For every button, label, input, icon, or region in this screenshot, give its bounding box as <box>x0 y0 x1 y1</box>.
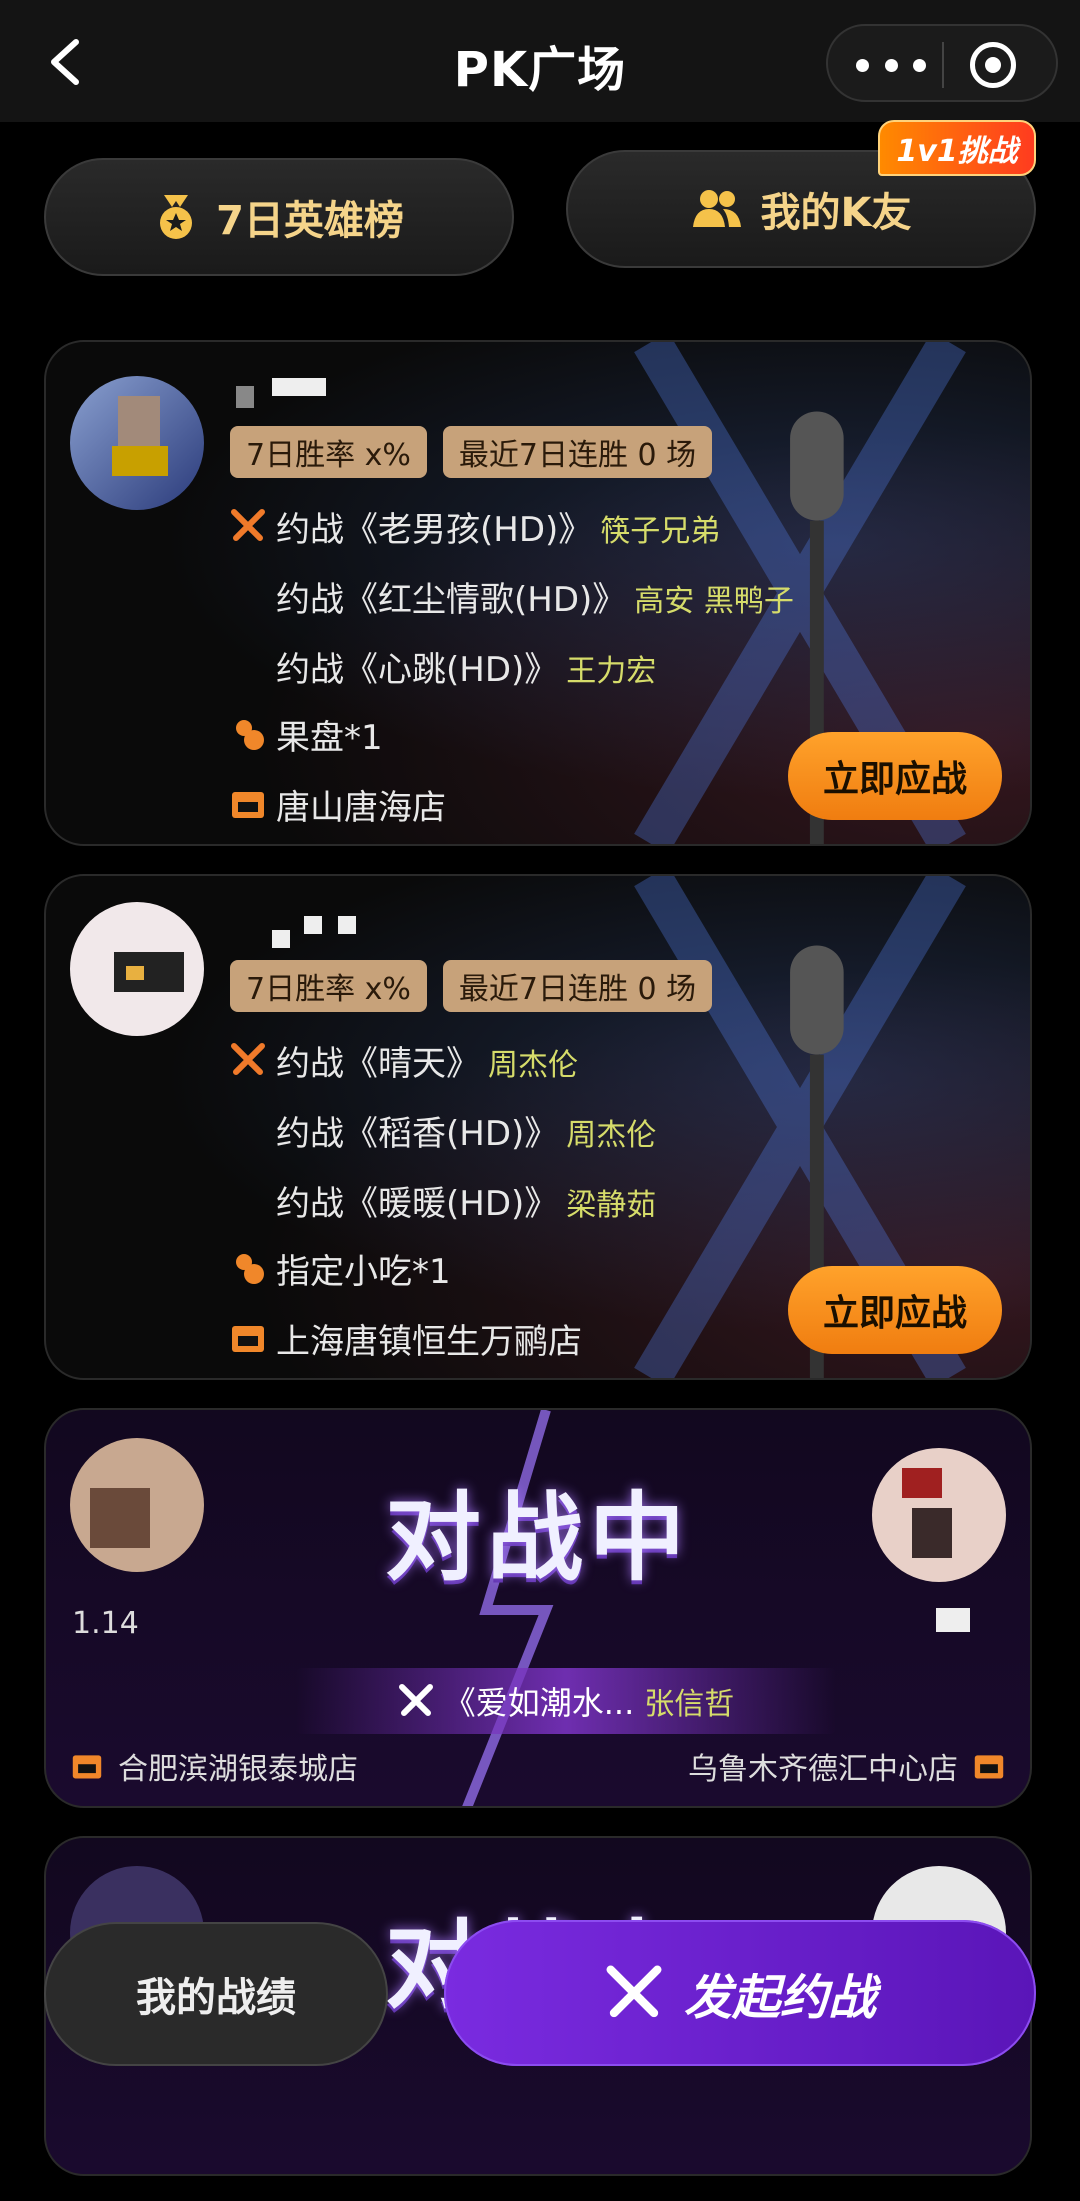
accept-challenge-button[interactable]: 立即应战 <box>788 1266 1002 1354</box>
reward-text: 指定小吃*1 <box>276 1252 451 1292</box>
avatar[interactable] <box>70 376 204 510</box>
store-icon <box>974 1755 1004 1779</box>
win-rate-tag: 7日胜率 x% <box>230 426 427 478</box>
nav-bar: PK广场 <box>0 0 1080 122</box>
user-name <box>272 378 326 396</box>
launch-battle-label: 发起约战 <box>683 1970 876 2026</box>
challenge-song: 约战《心跳(HD)》 王力宏 <box>276 650 657 690</box>
more-icon[interactable] <box>856 50 926 80</box>
left-store: 合肥滨湖银泰城店 <box>70 1744 358 1788</box>
my-record-button[interactable]: 我的战绩 <box>44 1922 388 2066</box>
challenge-badge: 1v1挑战 <box>878 120 1036 176</box>
mini-program-capsule <box>826 24 1058 102</box>
my-friends-label: 我的K友 <box>760 190 912 236</box>
swords-icon <box>606 1965 662 2018</box>
user-name <box>236 386 254 408</box>
store-icon <box>72 1755 102 1779</box>
challenge-card: 7日胜率 x% 最近7日连胜 0 场 约战《老男孩(HD)》 筷子兄弟 约战《红尘… <box>44 340 1032 846</box>
battle-card[interactable]: 1.14 对战中 《爱如潮水... 张信哲 合肥滨湖银泰城店 乌鲁木齐德汇中心店 <box>44 1408 1032 1808</box>
right-player-name <box>936 1608 970 1632</box>
launch-battle-button[interactable]: 发起约战 <box>444 1920 1036 2066</box>
medal-icon <box>160 195 193 239</box>
win-rate-tag: 7日胜率 x% <box>230 960 427 1012</box>
reward-text: 果盘*1 <box>276 718 383 758</box>
store-name: 上海唐镇恒生万鹂店 <box>276 1322 582 1362</box>
accept-challenge-button[interactable]: 立即应战 <box>788 732 1002 820</box>
hero-board-label: 7日英雄榜 <box>216 198 404 244</box>
streak-tag: 最近7日连胜 0 场 <box>442 960 713 1012</box>
challenge-card: 7日胜率 x% 最近7日连胜 0 场 约战《晴天》 周杰伦 约战《稻香(HD)》周… <box>44 874 1032 1380</box>
swords-icon <box>231 509 265 541</box>
battle-song-title: 《爱如潮水... <box>443 1684 635 1722</box>
user-name <box>272 930 290 948</box>
battle-song: 《爱如潮水... 张信哲 <box>296 1668 836 1734</box>
store-name: 唐山唐海店 <box>276 788 446 828</box>
user-name <box>338 916 356 934</box>
avatar[interactable] <box>70 902 204 1036</box>
hero-board-button[interactable]: 7日英雄榜 <box>44 158 514 276</box>
store-icon <box>232 792 264 818</box>
battle-status-title: 对战中 <box>385 1482 691 1594</box>
close-target-icon[interactable] <box>970 42 1016 88</box>
store-icon <box>232 1326 264 1352</box>
left-player-name: 1.14 <box>72 1606 139 1641</box>
challenge-song: 约战《暖暖(HD)》 梁静茹 <box>276 1184 657 1224</box>
challenge-song: 约战《晴天》 周杰伦 <box>276 1044 578 1084</box>
swords-icon <box>398 1684 433 1716</box>
money-bag-icon <box>236 1254 264 1284</box>
user-name <box>304 916 322 934</box>
challenge-song: 约战《稻香(HD)》 周杰伦 <box>276 1114 657 1154</box>
swords-icon <box>231 1043 265 1075</box>
friends-icon <box>692 190 741 227</box>
right-store: 乌鲁木齐德汇中心店 <box>688 1744 1006 1788</box>
challenge-song: 约战《老男孩(HD)》 筷子兄弟 <box>276 510 721 550</box>
challenge-song: 约战《红尘情歌(HD)》 高安 黑鸭子 <box>276 580 794 620</box>
money-bag-icon <box>236 720 264 750</box>
streak-tag: 最近7日连胜 0 场 <box>442 426 713 478</box>
battle-singer: 张信哲 <box>644 1687 735 1722</box>
